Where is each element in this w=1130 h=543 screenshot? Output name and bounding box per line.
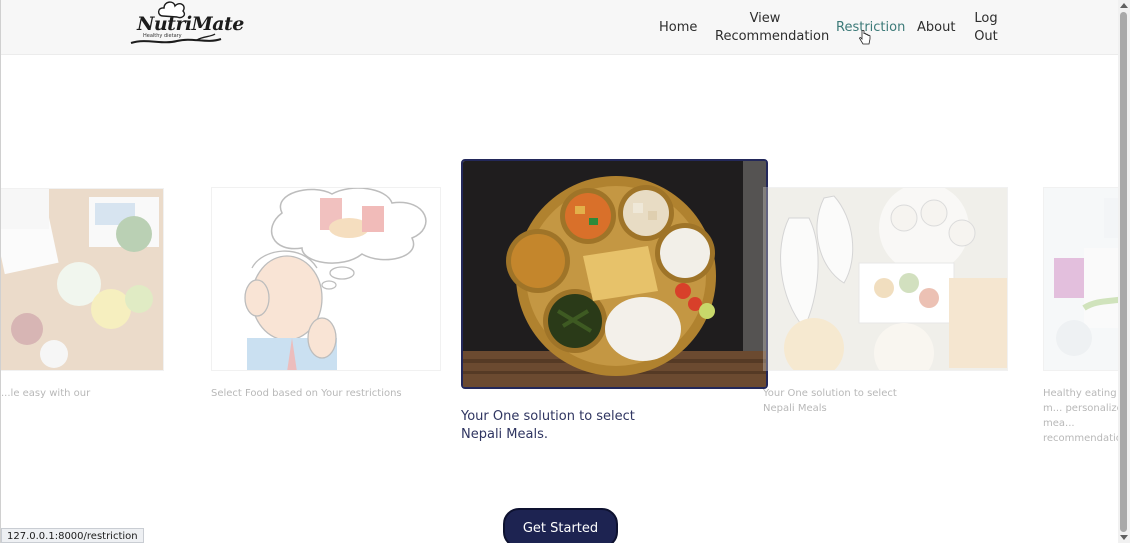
carousel-slide-3-active[interactable] <box>461 159 768 389</box>
slide-2-image <box>212 188 440 370</box>
slide-3-image <box>463 161 766 387</box>
nav-about-label: About <box>917 20 956 35</box>
nav-logout[interactable]: Log Out <box>973 10 999 46</box>
slide-1-image <box>1 189 163 370</box>
carousel-slide-2[interactable] <box>211 187 441 371</box>
scroll-down-arrow-icon[interactable] <box>1120 535 1128 540</box>
status-bar-url: 127.0.0.1:8000/restriction <box>1 528 144 543</box>
page: NutriMate Healthy dietary Home View Reco… <box>0 0 1118 543</box>
nav-logout-line1: Log <box>974 11 998 26</box>
carousel-slide-5[interactable] <box>1043 187 1118 371</box>
nav-logout-line2: Out <box>974 29 998 44</box>
nav-home[interactable]: Home <box>659 19 697 37</box>
vertical-scrollbar[interactable] <box>1118 0 1130 543</box>
slide-5-caption: Healthy eating m... personalized mea... … <box>1043 388 1118 444</box>
slide-4-caption: Your One solution to select Nepali Meals <box>763 388 897 414</box>
slide-2-caption: Select Food based on Your restrictions <box>211 388 402 399</box>
slide-5-image <box>1044 188 1118 370</box>
nav-home-label: Home <box>659 20 698 35</box>
hand-cursor-icon <box>859 30 871 45</box>
get-started-button[interactable]: Get Started <box>503 508 618 543</box>
nav-about[interactable]: About <box>917 19 955 37</box>
slide-1-caption: ...le easy with our <box>1 388 91 399</box>
slide-4-image <box>764 188 1007 370</box>
carousel-slide-4[interactable] <box>763 187 1008 371</box>
carousel-slide-1[interactable] <box>1 188 164 371</box>
logo[interactable]: NutriMate Healthy dietary <box>127 0 244 50</box>
logo-subtitle: Healthy dietary <box>143 33 182 39</box>
scroll-up-arrow-icon[interactable] <box>1120 3 1128 8</box>
nav-view-recommendation-line2: Recommendation <box>715 29 830 44</box>
scroll-thumb[interactable] <box>1120 12 1127 532</box>
navbar: NutriMate Healthy dietary Home View Reco… <box>1 0 1118 55</box>
nav-view-recommendation-line1: View <box>749 11 781 26</box>
nav-view-recommendation[interactable]: View Recommendation <box>715 10 830 46</box>
slide-3-caption: Your One solution to select Nepali Meals… <box>461 409 635 442</box>
logo-text: NutriMate <box>137 13 244 35</box>
